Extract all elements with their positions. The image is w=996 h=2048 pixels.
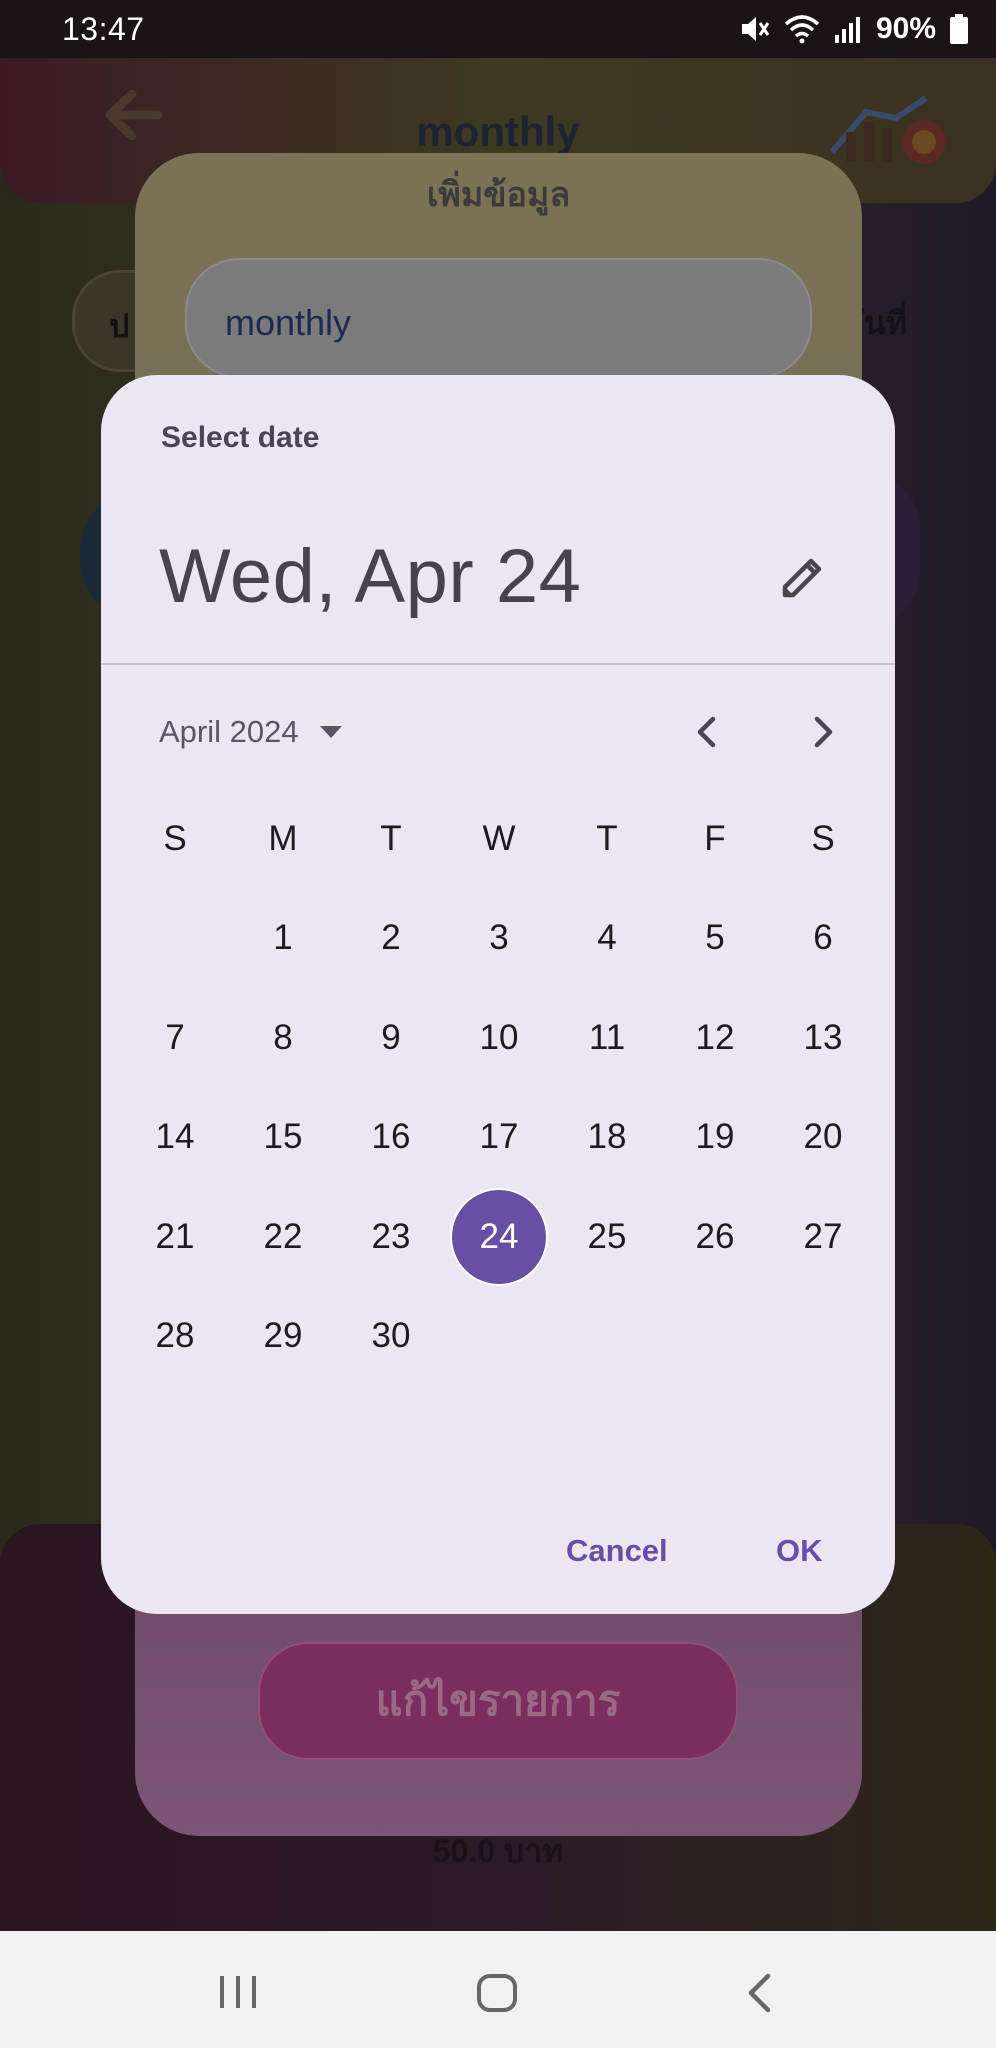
status-time: 13:47	[62, 10, 145, 47]
name-input[interactable]: monthly	[185, 258, 812, 378]
weekday-header: F	[704, 819, 726, 858]
selected-day[interactable]: 24	[449, 1187, 549, 1287]
weekday-header: T	[596, 819, 618, 858]
calendar-day[interactable]: 11	[557, 988, 657, 1088]
calendar-day[interactable]: 29	[233, 1286, 333, 1386]
calendar-day[interactable]: 7	[125, 988, 225, 1088]
calendar-day[interactable]: 16	[341, 1087, 441, 1187]
calendar-day[interactable]: 13	[773, 988, 873, 1088]
mute-icon	[741, 17, 770, 41]
calendar-day[interactable]: 9	[341, 988, 441, 1088]
calendar-day[interactable]: 27	[773, 1187, 873, 1287]
calendar-day[interactable]: 18	[557, 1087, 657, 1187]
calendar-day[interactable]: 19	[665, 1087, 765, 1187]
calendar-day[interactable]: 21	[125, 1187, 225, 1287]
weekday-header: T	[380, 819, 402, 858]
calendar-day[interactable]: 2	[341, 888, 441, 988]
system-nav-bar	[0, 1931, 996, 2048]
calendar-day[interactable]: 1	[233, 888, 333, 988]
recent-apps-icon[interactable]	[218, 1975, 258, 2009]
bg-amount-text: 50.0 บาท	[432, 1833, 564, 1869]
weekday-header: S	[163, 819, 187, 858]
date-picker-dialog: Select date Wed, Apr 24 April 2024 SMTWT…	[101, 375, 895, 1614]
calendar-day[interactable]: 26	[665, 1187, 765, 1287]
edit-item-button[interactable]: แก้ไขรายการ	[258, 1642, 738, 1760]
calendar-grid: S M T W T F S 1 2 3 4 5 6 7 8 9 10 11 12 13 14 15 16 17 18 19 20 21…	[101, 375, 895, 1614]
edit-dialog-title: เพิ่มข้อมูล	[426, 176, 571, 214]
calendar-day[interactable]: 12	[665, 988, 765, 1088]
status-icons: 90%	[738, 12, 968, 46]
weekday-header: W	[482, 819, 516, 858]
calendar-day[interactable]: 10	[449, 988, 549, 1088]
edit-item-button-label: แก้ไขรายการ	[375, 1677, 621, 1724]
name-input-value: monthly	[225, 302, 352, 343]
battery-icon	[950, 14, 968, 44]
battery-percent: 90%	[875, 12, 936, 45]
weekday-header: M	[268, 819, 298, 858]
back-icon[interactable]	[744, 1973, 774, 2013]
calendar-day[interactable]: 30	[341, 1286, 441, 1386]
calendar-day[interactable]: 8	[233, 988, 333, 1088]
home-icon[interactable]	[476, 1973, 518, 2013]
calendar-day[interactable]: 5	[665, 888, 765, 988]
calendar-day[interactable]: 17	[449, 1087, 549, 1187]
calendar-day[interactable]: 15	[233, 1087, 333, 1187]
calendar-day[interactable]: 20	[773, 1087, 873, 1187]
wifi-icon	[784, 15, 820, 44]
app-logo	[829, 95, 946, 164]
signal-icon	[834, 17, 860, 43]
calendar-day[interactable]: 23	[341, 1187, 441, 1287]
calendar-day[interactable]: 14	[125, 1087, 225, 1187]
calendar-day[interactable]: 22	[233, 1187, 333, 1287]
weekday-header: S	[811, 819, 835, 858]
calendar-day[interactable]: 4	[557, 888, 657, 988]
calendar-day[interactable]: 25	[557, 1187, 657, 1287]
calendar-day[interactable]: 28	[125, 1286, 225, 1386]
calendar-day[interactable]: 6	[773, 888, 873, 988]
calendar-day[interactable]: 3	[449, 888, 549, 988]
status-bar: 13:47 90%	[0, 0, 996, 58]
